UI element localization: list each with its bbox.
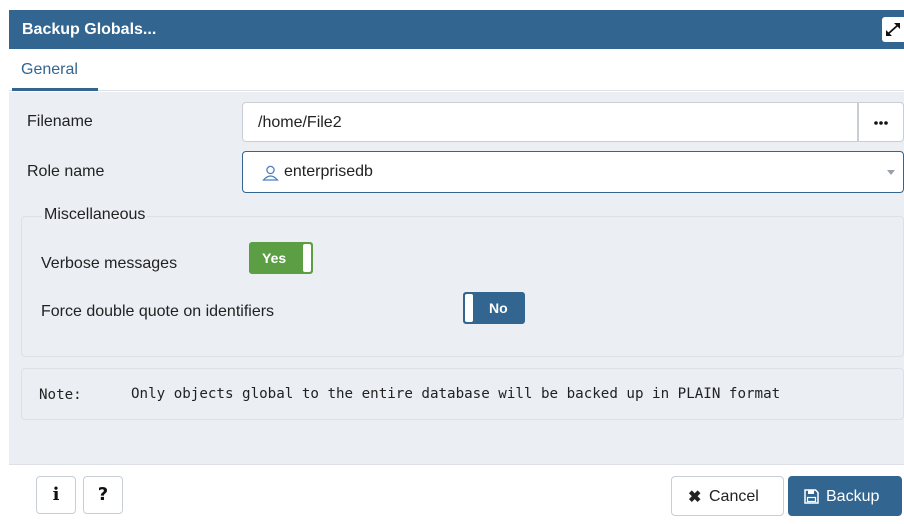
toggle-knob bbox=[465, 294, 473, 322]
toggle-knob bbox=[303, 244, 311, 272]
browse-file-button[interactable] bbox=[858, 102, 904, 142]
tab-general[interactable]: General bbox=[12, 49, 98, 91]
note-label: Note: bbox=[39, 387, 82, 403]
info-button[interactable]: i bbox=[36, 476, 76, 514]
cancel-button[interactable]: ✖ Cancel bbox=[671, 476, 784, 516]
help-button[interactable]: ? bbox=[83, 476, 123, 514]
filename-label: Filename bbox=[27, 113, 93, 130]
verbose-messages-toggle[interactable]: Yes bbox=[249, 242, 313, 274]
tab-bar: General bbox=[9, 49, 904, 91]
backup-button[interactable]: Backup bbox=[788, 476, 902, 516]
tab-general-label: General bbox=[21, 61, 78, 78]
close-icon: ✖ bbox=[688, 489, 702, 506]
filename-input[interactable]: /home/File2 bbox=[242, 102, 858, 142]
backup-label: Backup bbox=[826, 488, 880, 505]
maximize-button[interactable] bbox=[882, 17, 904, 42]
miscellaneous-group bbox=[21, 216, 904, 357]
role-name-select[interactable]: enterprisedb bbox=[242, 151, 904, 193]
role-name-label: Role name bbox=[27, 163, 105, 180]
save-icon bbox=[804, 489, 819, 504]
ellipsis-icon bbox=[874, 121, 888, 125]
filename-value: /home/File2 bbox=[258, 114, 342, 131]
dialog-footer: i ? ✖ Cancel Backup bbox=[9, 464, 904, 524]
force-quote-label: Force double quote on identifiers bbox=[41, 303, 275, 320]
role-name-value: enterprisedb bbox=[284, 163, 373, 180]
dialog-body: Filename /home/File2 Role name enterpris… bbox=[9, 92, 904, 464]
info-icon: i bbox=[52, 484, 60, 505]
miscellaneous-legend: Miscellaneous bbox=[42, 206, 148, 224]
verbose-messages-label: Verbose messages bbox=[41, 255, 178, 272]
verbose-toggle-text: Yes bbox=[262, 250, 287, 266]
help-icon: ? bbox=[97, 484, 109, 505]
force-quote-toggle-text: No bbox=[489, 300, 508, 316]
user-icon bbox=[262, 165, 279, 181]
dialog-title: Backup Globals... bbox=[22, 21, 157, 38]
expand-icon bbox=[886, 23, 900, 36]
note-text: Only objects global to the entire databa… bbox=[131, 386, 781, 402]
dialog-titlebar[interactable]: Backup Globals... bbox=[9, 10, 904, 49]
chevron-down-icon bbox=[887, 170, 895, 175]
force-quote-toggle[interactable]: No bbox=[463, 292, 525, 324]
note-box: Note: Only objects global to the entire … bbox=[21, 368, 904, 420]
cancel-label: Cancel bbox=[709, 488, 759, 505]
